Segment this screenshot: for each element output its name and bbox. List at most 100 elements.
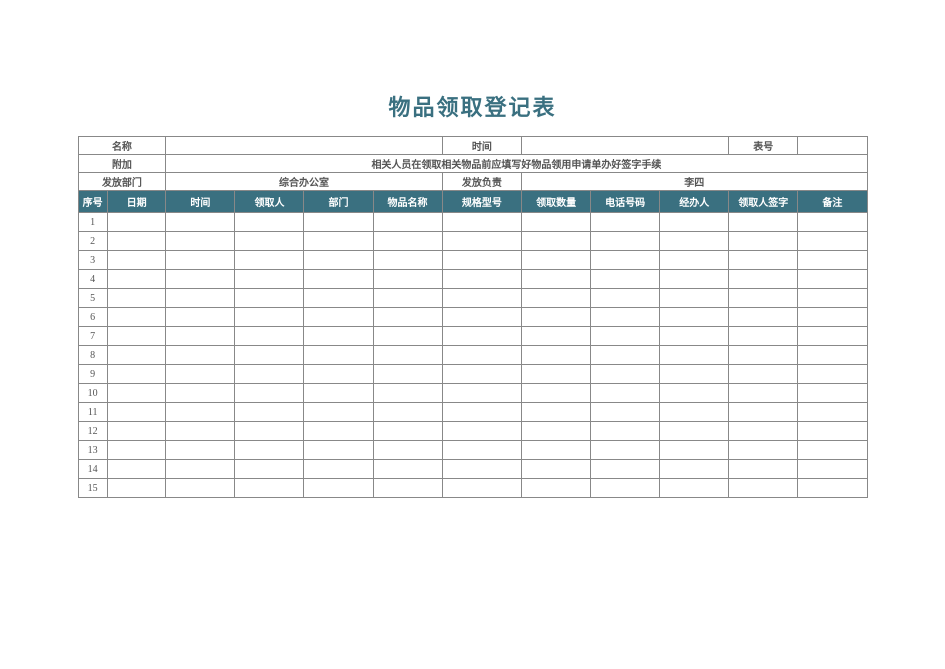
- cell-dept[interactable]: [304, 308, 373, 327]
- cell-item[interactable]: [373, 403, 442, 422]
- cell-sign[interactable]: [729, 308, 798, 327]
- cell-sign[interactable]: [729, 327, 798, 346]
- cell-date[interactable]: [107, 251, 166, 270]
- cell-time[interactable]: [166, 422, 235, 441]
- cell-dept[interactable]: [304, 232, 373, 251]
- cell-dept[interactable]: [304, 327, 373, 346]
- cell-remark[interactable]: [798, 384, 867, 403]
- cell-spec[interactable]: [442, 308, 522, 327]
- cell-spec[interactable]: [442, 232, 522, 251]
- cell-date[interactable]: [107, 213, 166, 232]
- cell-time[interactable]: [166, 289, 235, 308]
- cell-phone[interactable]: [591, 327, 660, 346]
- cell-requester[interactable]: [235, 327, 304, 346]
- cell-requester[interactable]: [235, 270, 304, 289]
- cell-requester[interactable]: [235, 441, 304, 460]
- cell-remark[interactable]: [798, 327, 867, 346]
- cell-requester[interactable]: [235, 403, 304, 422]
- cell-sign[interactable]: [729, 422, 798, 441]
- cell-spec[interactable]: [442, 270, 522, 289]
- cell-requester[interactable]: [235, 384, 304, 403]
- cell-time[interactable]: [166, 384, 235, 403]
- cell-date[interactable]: [107, 441, 166, 460]
- cell-time[interactable]: [166, 232, 235, 251]
- cell-handler[interactable]: [660, 327, 729, 346]
- cell-requester[interactable]: [235, 289, 304, 308]
- cell-date[interactable]: [107, 289, 166, 308]
- cell-phone[interactable]: [591, 479, 660, 498]
- cell-time[interactable]: [166, 460, 235, 479]
- cell-phone[interactable]: [591, 308, 660, 327]
- cell-handler[interactable]: [660, 384, 729, 403]
- cell-remark[interactable]: [798, 460, 867, 479]
- cell-remark[interactable]: [798, 479, 867, 498]
- cell-dept[interactable]: [304, 479, 373, 498]
- cell-time[interactable]: [166, 441, 235, 460]
- cell-item[interactable]: [373, 422, 442, 441]
- cell-phone[interactable]: [591, 441, 660, 460]
- cell-requester[interactable]: [235, 251, 304, 270]
- cell-date[interactable]: [107, 327, 166, 346]
- cell-sign[interactable]: [729, 251, 798, 270]
- cell-phone[interactable]: [591, 213, 660, 232]
- cell-sign[interactable]: [729, 441, 798, 460]
- cell-sign[interactable]: [729, 460, 798, 479]
- cell-requester[interactable]: [235, 365, 304, 384]
- cell-item[interactable]: [373, 327, 442, 346]
- cell-phone[interactable]: [591, 422, 660, 441]
- cell-spec[interactable]: [442, 365, 522, 384]
- cell-date[interactable]: [107, 346, 166, 365]
- cell-qty[interactable]: [522, 365, 591, 384]
- cell-item[interactable]: [373, 289, 442, 308]
- cell-date[interactable]: [107, 232, 166, 251]
- cell-qty[interactable]: [522, 403, 591, 422]
- number-value[interactable]: [798, 137, 867, 155]
- cell-sign[interactable]: [729, 232, 798, 251]
- cell-spec[interactable]: [442, 327, 522, 346]
- cell-spec[interactable]: [442, 441, 522, 460]
- cell-handler[interactable]: [660, 460, 729, 479]
- cell-sign[interactable]: [729, 270, 798, 289]
- cell-qty[interactable]: [522, 479, 591, 498]
- cell-handler[interactable]: [660, 403, 729, 422]
- cell-handler[interactable]: [660, 479, 729, 498]
- cell-time[interactable]: [166, 251, 235, 270]
- cell-dept[interactable]: [304, 365, 373, 384]
- cell-spec[interactable]: [442, 384, 522, 403]
- cell-phone[interactable]: [591, 460, 660, 479]
- cell-handler[interactable]: [660, 232, 729, 251]
- cell-time[interactable]: [166, 327, 235, 346]
- cell-time[interactable]: [166, 403, 235, 422]
- cell-item[interactable]: [373, 270, 442, 289]
- cell-time[interactable]: [166, 213, 235, 232]
- cell-phone[interactable]: [591, 270, 660, 289]
- time-value[interactable]: [522, 137, 729, 155]
- cell-qty[interactable]: [522, 232, 591, 251]
- cell-handler[interactable]: [660, 251, 729, 270]
- cell-date[interactable]: [107, 308, 166, 327]
- cell-item[interactable]: [373, 441, 442, 460]
- cell-spec[interactable]: [442, 213, 522, 232]
- cell-date[interactable]: [107, 403, 166, 422]
- cell-dept[interactable]: [304, 384, 373, 403]
- cell-qty[interactable]: [522, 460, 591, 479]
- cell-time[interactable]: [166, 365, 235, 384]
- cell-requester[interactable]: [235, 308, 304, 327]
- cell-qty[interactable]: [522, 327, 591, 346]
- cell-qty[interactable]: [522, 441, 591, 460]
- cell-time[interactable]: [166, 346, 235, 365]
- cell-item[interactable]: [373, 460, 442, 479]
- cell-sign[interactable]: [729, 346, 798, 365]
- cell-remark[interactable]: [798, 422, 867, 441]
- cell-handler[interactable]: [660, 308, 729, 327]
- cell-remark[interactable]: [798, 308, 867, 327]
- cell-remark[interactable]: [798, 441, 867, 460]
- cell-qty[interactable]: [522, 270, 591, 289]
- cell-qty[interactable]: [522, 213, 591, 232]
- cell-time[interactable]: [166, 479, 235, 498]
- cell-dept[interactable]: [304, 441, 373, 460]
- cell-qty[interactable]: [522, 308, 591, 327]
- cell-qty[interactable]: [522, 422, 591, 441]
- cell-remark[interactable]: [798, 403, 867, 422]
- cell-qty[interactable]: [522, 251, 591, 270]
